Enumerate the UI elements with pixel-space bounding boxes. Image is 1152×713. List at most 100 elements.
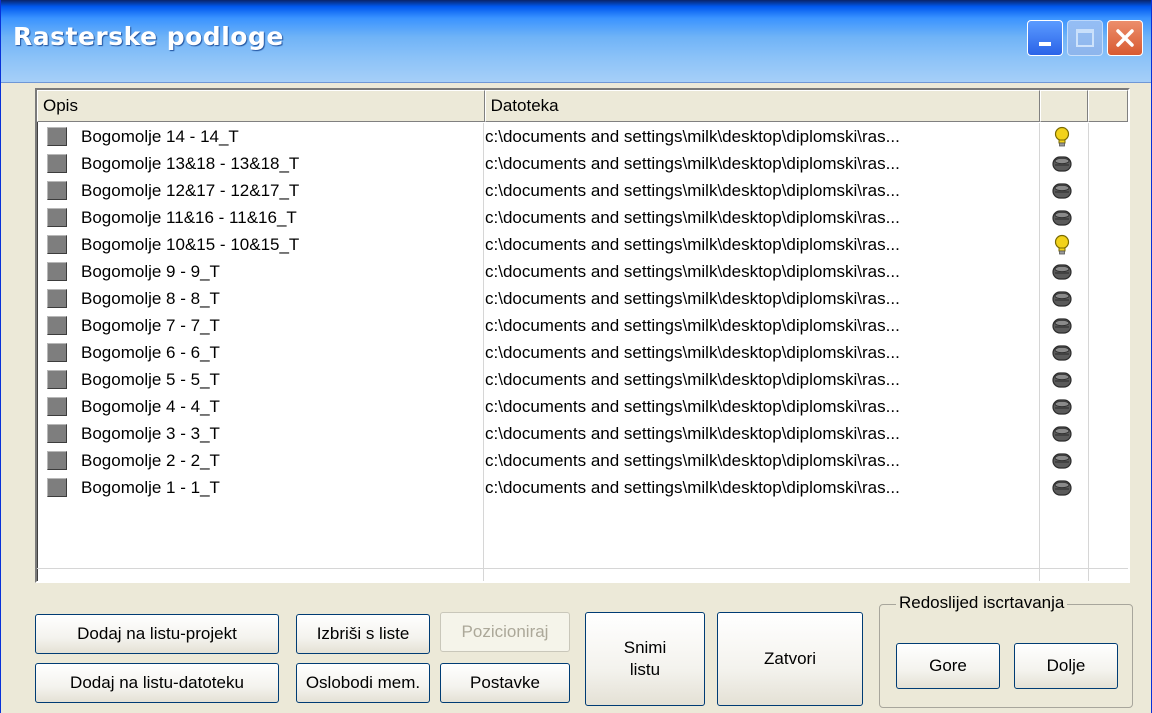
opis-cell: Bogomolje 3 - 3_T <box>37 420 480 447</box>
list-item[interactable]: Bogomolje 8 - 8_T c:\documents and settin… <box>37 285 1128 312</box>
lightbulb-icon[interactable] <box>1037 123 1087 150</box>
maximize-icon <box>1076 29 1094 47</box>
list-item[interactable]: Bogomolje 5 - 5_T c:\documents and settin… <box>37 366 1128 393</box>
opis-cell: Bogomolje 11&16 - 11&16_T <box>37 204 480 231</box>
database-icon[interactable] <box>1037 366 1087 393</box>
opis-text: Bogomolje 5 - 5_T <box>81 370 220 389</box>
list-rows: Bogomolje 14 - 14_T c:\documents and sett… <box>37 123 1128 501</box>
move-up-button[interactable]: Gore <box>896 643 1000 689</box>
title-bar[interactable]: Rasterske podloge <box>1 0 1151 83</box>
list-item[interactable]: Bogomolje 3 - 3_T c:\documents and settin… <box>37 420 1128 447</box>
row-divider <box>37 568 1128 569</box>
opis-text: Bogomolje 14 - 14_T <box>81 127 239 146</box>
layer-swatch-icon <box>47 262 67 281</box>
list-item[interactable]: Bogomolje 7 - 7_T c:\documents and settin… <box>37 312 1128 339</box>
layer-swatch-icon <box>47 235 67 254</box>
draw-order-group: Redoslijed iscrtavanja Gore Dolje <box>879 593 1133 708</box>
save-list-label-line2: listu <box>629 660 661 679</box>
opis-text: Bogomolje 6 - 6_T <box>81 343 220 362</box>
layer-swatch-icon <box>47 289 67 308</box>
opis-cell: Bogomolje 13&18 - 13&18_T <box>37 150 480 177</box>
settings-button[interactable]: Postavke <box>440 663 570 703</box>
datoteka-cell: c:\documents and settings\milk\desktop\d… <box>485 397 900 416</box>
opis-text: Bogomolje 13&18 - 13&18_T <box>81 154 300 173</box>
datoteka-cell: c:\documents and settings\milk\desktop\d… <box>485 343 900 362</box>
list-item[interactable]: Bogomolje 2 - 2_T c:\documents and settin… <box>37 447 1128 474</box>
close-icon <box>1116 29 1134 47</box>
opis-text: Bogomolje 8 - 8_T <box>81 289 220 308</box>
database-icon[interactable] <box>1037 393 1087 420</box>
opis-text: Bogomolje 10&15 - 10&15_T <box>81 235 300 254</box>
database-icon[interactable] <box>1037 204 1087 231</box>
layer-swatch-icon <box>47 316 67 335</box>
list-item[interactable]: Bogomolje 13&18 - 13&18_T c:\documents an… <box>37 150 1128 177</box>
opis-text: Bogomolje 11&16 - 11&16_T <box>81 208 297 227</box>
list-item[interactable]: Bogomolje 10&15 - 10&15_T c:\documents an… <box>37 231 1128 258</box>
list-item[interactable]: Bogomolje 4 - 4_T c:\documents and settin… <box>37 393 1128 420</box>
database-icon[interactable] <box>1037 312 1087 339</box>
opis-text: Bogomolje 12&17 - 12&17_T <box>81 181 300 200</box>
layer-swatch-icon <box>47 397 67 416</box>
database-icon[interactable] <box>1037 420 1087 447</box>
layer-swatch-icon <box>47 208 67 227</box>
layer-swatch-icon <box>47 343 67 362</box>
opis-cell: Bogomolje 14 - 14_T <box>37 123 480 150</box>
datoteka-cell: c:\documents and settings\milk\desktop\d… <box>485 127 900 146</box>
layer-swatch-icon <box>47 127 67 146</box>
column-header-status[interactable] <box>1040 90 1089 122</box>
add-to-list-project-button[interactable]: Dodaj na listu-projekt <box>35 614 279 654</box>
minimize-icon <box>1039 42 1051 46</box>
opis-text: Bogomolje 7 - 7_T <box>81 316 220 335</box>
list-item[interactable]: Bogomolje 14 - 14_T c:\documents and sett… <box>37 123 1128 150</box>
opis-text: Bogomolje 4 - 4_T <box>81 397 220 416</box>
layer-swatch-icon <box>47 424 67 443</box>
column-header-datoteka[interactable]: Datoteka <box>484 90 1041 122</box>
close-button[interactable]: Zatvori <box>717 612 863 706</box>
datoteka-cell: c:\documents and settings\milk\desktop\d… <box>485 181 900 200</box>
layer-swatch-icon <box>47 370 67 389</box>
opis-cell: Bogomolje 8 - 8_T <box>37 285 480 312</box>
database-icon[interactable] <box>1037 285 1087 312</box>
list-item[interactable]: Bogomolje 1 - 1_T c:\documents and settin… <box>37 474 1128 501</box>
layer-swatch-icon <box>47 451 67 470</box>
datoteka-cell: c:\documents and settings\milk\desktop\d… <box>485 451 900 470</box>
database-icon[interactable] <box>1037 474 1087 501</box>
draw-order-label: Redoslijed iscrtavanja <box>896 593 1068 613</box>
opis-cell: Bogomolje 9 - 9_T <box>37 258 480 285</box>
column-header-opis[interactable]: Opis <box>37 90 485 122</box>
opis-cell: Bogomolje 5 - 5_T <box>37 366 480 393</box>
datoteka-cell: c:\documents and settings\milk\desktop\d… <box>485 289 900 308</box>
database-icon[interactable] <box>1037 150 1087 177</box>
column-header-extra[interactable] <box>1088 90 1128 122</box>
list-item[interactable]: Bogomolje 6 - 6_T c:\documents and settin… <box>37 339 1128 366</box>
save-list-button[interactable]: Snimi listu <box>585 612 705 706</box>
move-down-button[interactable]: Dolje <box>1014 643 1118 689</box>
close-window-button[interactable] <box>1107 20 1143 56</box>
opis-cell: Bogomolje 7 - 7_T <box>37 312 480 339</box>
list-item[interactable]: Bogomolje 9 - 9_T c:\documents and settin… <box>37 258 1128 285</box>
datoteka-cell: c:\documents and settings\milk\desktop\d… <box>485 262 900 281</box>
opis-text: Bogomolje 2 - 2_T <box>81 451 220 470</box>
database-icon[interactable] <box>1037 447 1087 474</box>
list-item[interactable]: Bogomolje 12&17 - 12&17_T c:\documents an… <box>37 177 1128 204</box>
datoteka-cell: c:\documents and settings\milk\desktop\d… <box>485 424 900 443</box>
opis-cell: Bogomolje 12&17 - 12&17_T <box>37 177 480 204</box>
maximize-button <box>1067 20 1103 56</box>
database-icon[interactable] <box>1037 339 1087 366</box>
opis-text: Bogomolje 9 - 9_T <box>81 262 220 281</box>
add-to-list-file-button[interactable]: Dodaj na listu-datoteku <box>35 663 279 703</box>
list-header: Opis Datoteka <box>37 90 1128 122</box>
datoteka-cell: c:\documents and settings\milk\desktop\d… <box>485 208 900 227</box>
minimize-button[interactable] <box>1027 20 1063 56</box>
lightbulb-icon[interactable] <box>1037 231 1087 258</box>
database-icon[interactable] <box>1037 258 1087 285</box>
opis-cell: Bogomolje 4 - 4_T <box>37 393 480 420</box>
remove-from-list-button[interactable]: Izbriši s liste <box>296 614 430 654</box>
free-memory-button[interactable]: Oslobodi mem. <box>296 663 430 703</box>
datoteka-cell: c:\documents and settings\milk\desktop\d… <box>485 316 900 335</box>
list-item[interactable]: Bogomolje 11&16 - 11&16_T c:\documents an… <box>37 204 1128 231</box>
raster-list[interactable]: Opis Datoteka Bogomolje 14 - 14_T c:\docu… <box>35 88 1130 583</box>
datoteka-cell: c:\documents and settings\milk\desktop\d… <box>485 235 900 254</box>
database-icon[interactable] <box>1037 177 1087 204</box>
datoteka-cell: c:\documents and settings\milk\desktop\d… <box>485 154 900 173</box>
